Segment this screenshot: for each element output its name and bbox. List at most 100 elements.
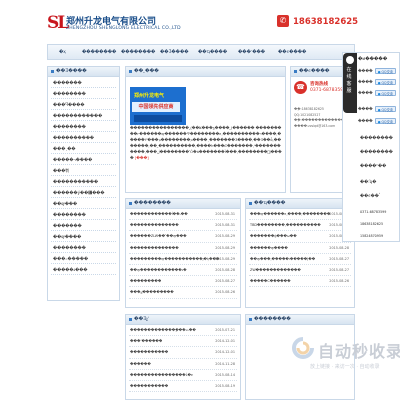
sidebar-item[interactable]: �����������: [51, 176, 116, 187]
news-date: 2015-08-28: [215, 267, 235, 272]
news-row[interactable]: ������ 2014-11-28: [129, 359, 237, 370]
news-title[interactable]: ��ѹ���,�����ı�����Ϳ��: [250, 254, 315, 265]
news-title[interactable]: ��������������: [130, 243, 179, 254]
company-name-en: ZHENGZHOU SHENGLONG ELECTRICAL CO.,LTD: [66, 26, 181, 31]
industry-news-title[interactable]: ��ҵ����: [246, 199, 354, 209]
news-title[interactable]: ������ѹ����: [250, 243, 288, 254]
sidebar-item[interactable]: ��ѹ���: [51, 198, 116, 209]
news-date: 2015-08-26: [329, 279, 349, 284]
news-date: 2015-08-28: [329, 245, 349, 250]
sidebar-item[interactable]: �������: [51, 220, 116, 231]
news-title[interactable]: ���������ѹ�����������ȷ�ķ���: [130, 254, 219, 265]
news-date: 2014-12-01: [215, 339, 235, 344]
service-info-line: ��������: [360, 135, 393, 140]
news-date: 2015-08-19: [215, 383, 235, 388]
news-title[interactable]: ����������������Ĺ�ϵ: [130, 370, 193, 381]
news-title[interactable]: �����������: [130, 381, 168, 392]
news-row[interactable]: ����������������Ĺ�ϵ 2015-08-14: [129, 370, 237, 381]
news-row[interactable]: ���������ѹ�����������ȷ�ķ��� 2015-08-29: [129, 254, 237, 265]
header-phone-number: 18638182625: [293, 17, 359, 27]
nav-item-contact[interactable]: ��ϵ����: [278, 45, 306, 59]
news-date: 2015-08-29: [215, 245, 235, 250]
news-row[interactable]: ������������ĺ��˵�� 2015-08-31: [129, 209, 237, 221]
news-title[interactable]: ������������ĺ��˵��: [130, 209, 188, 220]
sidebar-item[interactable]: ���߸�����: [51, 253, 116, 264]
qq-chat-button[interactable]: QQ交谈: [374, 90, 396, 96]
product-list-title[interactable]: ��Ʒչʾ: [126, 315, 240, 325]
sidebar-item[interactable]: ��������: [51, 242, 116, 253]
news-date: 2015-08-31: [215, 212, 235, 216]
news-title[interactable]: ��������������: [130, 220, 179, 231]
sidebar-item[interactable]: �����ר����: [51, 154, 116, 165]
qq-chat-button[interactable]: QQ交谈: [374, 118, 396, 124]
news-row[interactable]: �������������� 2015-08-31: [129, 220, 237, 232]
qq-contact-name: ����: [358, 69, 373, 73]
news-row[interactable]: ��ѹ���,�����ı�����Ϳ�� 2015-08-27: [249, 254, 351, 265]
news-row[interactable]: ������ZLW��ʽ��ѹ��� 2015-08-29: [129, 231, 237, 243]
company-logo[interactable]: SL: [47, 12, 69, 34]
news-row[interactable]: �����Ϲ������ 2015-08-26: [249, 276, 351, 288]
news-title[interactable]: ������: [130, 359, 151, 370]
qq-contact-name: ����: [358, 80, 373, 84]
sidebar-item[interactable]: ����������: [51, 132, 116, 143]
sidebar-item[interactable]: ������ý��߼���: [51, 187, 116, 198]
news-row[interactable]: TBD��������,���������� 2015-08-31: [249, 220, 351, 232]
news-row[interactable]: ��ѹ������������ɹ� 2015-08-28: [129, 265, 237, 277]
service-phone-line: 0371-68783599: [360, 210, 387, 214]
news-row[interactable]: ZW������������� 2015-08-27: [249, 265, 351, 277]
news-title[interactable]: ���ߴ������: [130, 336, 162, 347]
news-title[interactable]: ���������: [130, 276, 161, 287]
sidebar-item[interactable]: ������������: [51, 110, 116, 121]
news-row[interactable]: ���ٸ��������� 2015-08-26: [129, 287, 237, 299]
news-row[interactable]: ����������� 2015-08-19: [129, 381, 237, 393]
qq-chat-button[interactable]: QQ交谈: [374, 79, 396, 85]
nav-item-news[interactable]: ��������: [121, 45, 155, 59]
news-row[interactable]: �������ǵ���ѡ�� 2015-08-29: [249, 231, 351, 243]
sidebar-item[interactable]: �������: [51, 77, 116, 88]
news-title[interactable]: ��������������ֲ��ٹ��: [130, 325, 196, 336]
news-row[interactable]: �������������� 2015-08-29: [129, 243, 237, 254]
phone-icon: ✆: [277, 15, 289, 27]
news-title[interactable]: �����Ϲ������: [250, 276, 291, 287]
sidebar-item[interactable]: �����ɹ���: [51, 264, 116, 275]
qq-chat-button[interactable]: QQ交谈: [374, 68, 396, 74]
company-news-title[interactable]: ��������: [126, 199, 240, 209]
sidebar-item[interactable]: ��������: [51, 121, 116, 132]
headset-icon: ☎: [294, 81, 307, 94]
news-row[interactable]: ���ߴ������ 2014-12-01: [129, 336, 237, 348]
online-service-tab[interactable]: 在线客服: [343, 53, 357, 113]
news-date: 2015-08-31: [215, 223, 235, 228]
news-title[interactable]: �������ǵ���ѡ��: [250, 231, 297, 242]
about-banner-image[interactable]: 郑州升龙电气 中国领先供应商: [130, 87, 186, 125]
news-title[interactable]: ������ZLW��ʽ��ѹ���: [130, 231, 187, 242]
news-row[interactable]: ������ѹ���� 2015-08-28: [249, 243, 351, 254]
sidebar-item[interactable]: ��������: [51, 209, 116, 220]
nav-item-products[interactable]: ��Ʒ����: [160, 45, 189, 59]
news-title[interactable]: ZW�������������: [250, 265, 301, 276]
banner-line-1: 郑州升龙电气: [134, 93, 165, 99]
news-title[interactable]: ��ѹ������������ɹ�: [130, 265, 187, 276]
sidebar-item[interactable]: ��ѹ����: [51, 231, 116, 242]
sidebar-item[interactable]: ��������: [51, 88, 116, 99]
sidebar-item[interactable]: ���뿪: [51, 165, 116, 176]
news-title[interactable]: �����������: [130, 347, 168, 358]
news-title[interactable]: TBD��������,����������: [250, 220, 321, 231]
service-phone-line: 15824870959: [360, 234, 384, 238]
qq-chat-button[interactable]: QQ交谈: [374, 106, 396, 112]
nav-item-home[interactable]: �ҳ: [59, 45, 66, 59]
about-more-link[interactable]: [���]: [135, 156, 149, 160]
news-row[interactable]: ����������� 2014-12-01: [129, 347, 237, 359]
nav-item-industry[interactable]: ��ҵ����: [198, 45, 227, 59]
nav-item-about[interactable]: ��������: [82, 45, 116, 59]
news-row[interactable]: ��������� 2015-08-27: [129, 276, 237, 288]
news-date: 2015-08-14: [215, 372, 235, 377]
nav-item-message[interactable]: ���ߴ���: [238, 45, 265, 59]
news-row[interactable]: ���ѹ������ϵ,����,�������� 2015-08-31: [249, 209, 351, 221]
news-title[interactable]: ���ѹ������ϵ,����,��������: [250, 209, 330, 220]
sidebar-item[interactable]: ���Ӵ����: [51, 99, 116, 110]
news-row[interactable]: ��������������ֲ��ٹ�� 2015-07-21: [129, 325, 237, 337]
sidebar-item[interactable]: ���ͺ��: [51, 143, 116, 154]
banner-strip: [134, 115, 182, 122]
technical-panel-title[interactable]: ��������: [246, 315, 354, 325]
news-title[interactable]: ���ٸ���������: [130, 287, 174, 298]
